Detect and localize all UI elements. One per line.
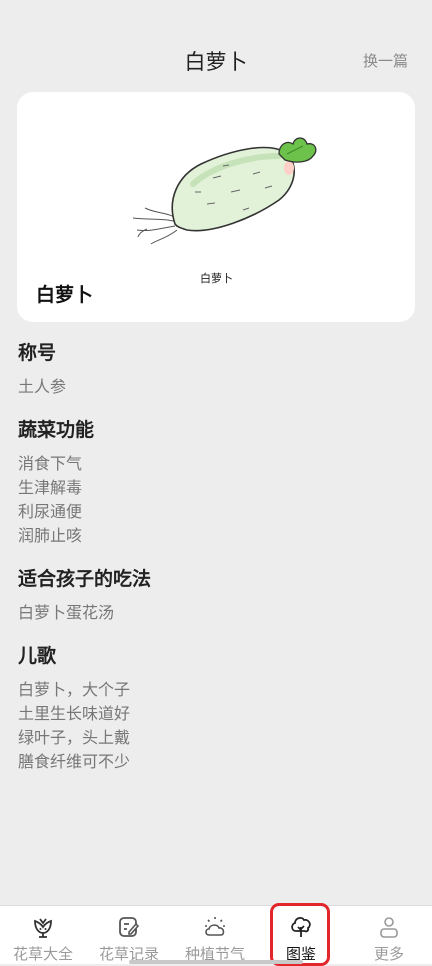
section-line: 土人参 <box>18 377 67 396</box>
section-line: 土里生长味道好 <box>18 704 131 723</box>
section-functions: 蔬菜功能 消食下气 生津解毒 利尿通便 润肺止咳 <box>18 415 414 548</box>
tab-label: 花草大全 <box>12 945 73 963</box>
tab-flower-records[interactable]: 花草记录 <box>86 906 172 964</box>
card-title: 白萝卜 <box>36 284 94 306</box>
tab-label: 更多 <box>373 945 404 963</box>
section-line: 膳食纤维可不少 <box>18 752 131 771</box>
section-line: 消食下气 <box>18 454 83 473</box>
notebook-edit-icon <box>119 917 140 937</box>
tab-more[interactable]: 更多 <box>346 906 432 964</box>
section-line: 利尿通便 <box>18 502 83 521</box>
switch-article-button[interactable]: 换一篇 <box>363 50 408 71</box>
section-line: 白萝卜，大个子 <box>18 680 131 699</box>
section-line: 润肺止咳 <box>18 526 83 545</box>
section-line: 生津解毒 <box>18 478 83 497</box>
section-title: 称号 <box>18 342 57 364</box>
article-content: 称号 土人参 蔬菜功能 消食下气 生津解毒 利尿通便 润肺止咳 适合孩子的吃法 … <box>18 338 414 790</box>
tab-flower-encyclopedia[interactable]: 花草大全 <box>0 906 86 964</box>
section-nickname: 称号 土人参 <box>18 338 414 399</box>
home-indicator[interactable] <box>129 960 303 964</box>
section-title: 适合孩子的吃法 <box>18 568 152 590</box>
section-line: 绿叶子，头上戴 <box>18 728 131 747</box>
tab-planting-solar-terms[interactable]: 种植节气 <box>172 906 258 964</box>
bottom-tab-bar: 花草大全 花草记录 种植节气 图鉴 更多 <box>0 905 432 964</box>
vegetable-card: 白萝卜 白萝卜 <box>17 92 415 322</box>
flower-icon <box>34 918 52 938</box>
section-title: 蔬菜功能 <box>18 419 95 441</box>
active-tab-highlight <box>270 903 330 966</box>
person-icon <box>380 917 398 938</box>
section-kids-recipe: 适合孩子的吃法 白萝卜蛋花汤 <box>18 564 414 625</box>
section-song: 儿歌 白萝卜，大个子 土里生长味道好 绿叶子，头上戴 膳食纤维可不少 <box>18 641 414 774</box>
svg-text:白萝卜: 白萝卜 <box>200 271 233 285</box>
section-line: 白萝卜蛋花汤 <box>18 603 115 622</box>
header: 白萝卜 换一篇 <box>0 0 432 90</box>
weather-cloud-icon <box>205 917 225 936</box>
section-title: 儿歌 <box>18 645 57 667</box>
